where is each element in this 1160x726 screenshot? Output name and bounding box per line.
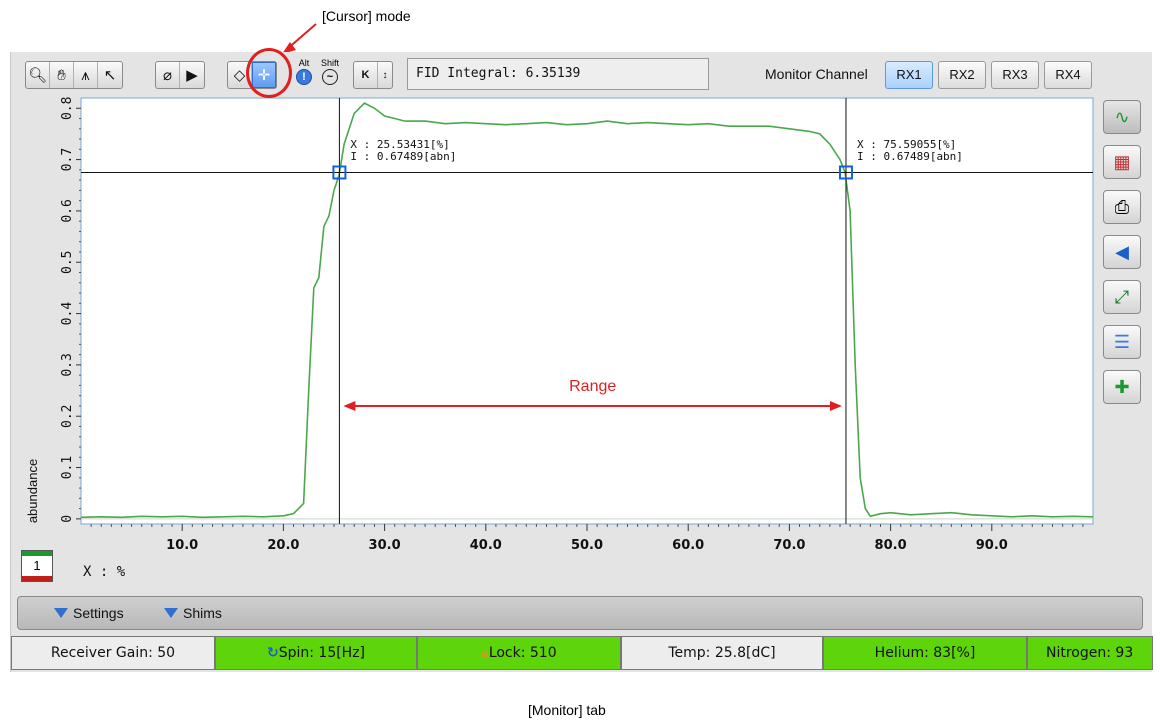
x-axis-unit-label: X : % (83, 564, 126, 580)
monitor-channel-label: Monitor Channel (765, 66, 868, 82)
layers-icon[interactable]: ☰ (1103, 325, 1141, 359)
view-tools-group: 🔍︎ ✋︎ ⩚ ↖ (25, 61, 123, 89)
x-tick-label: 60.0 (672, 538, 704, 553)
nitrogen-status: Nitrogen: 93 (1027, 636, 1153, 670)
toolbar: 🔍︎ ✋︎ ⩚ ↖ ⌀ ▶ ◇ ✛ Alt ! Shift ~ K ↕ FID … (11, 52, 1153, 96)
y-tick-label: 0.5 (60, 250, 75, 273)
y-tick-label: 0.2 (60, 404, 75, 427)
badge-red-strip (22, 576, 52, 581)
add-overlay-icon[interactable]: ✚ (1103, 370, 1141, 404)
y-tick-label: 0.3 (60, 353, 75, 376)
y-tick-label: 0.8 (60, 97, 75, 120)
display-mode-group: K ↕ (353, 61, 393, 89)
range-label: Range (569, 378, 616, 395)
fid-wave-icon[interactable]: ∿ (1103, 100, 1141, 134)
channel-rx1-button[interactable]: RX1 (885, 61, 933, 89)
play-arrow-icon[interactable]: ▶ (180, 62, 204, 88)
shims-expander[interactable]: Shims (164, 605, 222, 621)
info-icon: ! (296, 69, 312, 85)
monitor-panel: 🔍︎ ✋︎ ⩚ ↖ ⌀ ▶ ◇ ✛ Alt ! Shift ~ K ↕ FID … (10, 52, 1153, 672)
x-tick-label: 40.0 (470, 538, 502, 553)
status-bar: Receiver Gain: 50 ↻ Spin: 15[Hz] 🔒︎ Lock: … (11, 636, 1153, 670)
settings-expander[interactable]: Settings (54, 605, 124, 621)
y-axis-label: abundance (25, 459, 40, 523)
select-pointer-icon[interactable]: ↖ (98, 62, 122, 88)
monitor-tab-annotation: [Monitor] tab (528, 702, 606, 718)
k-mode-icon[interactable]: K (354, 62, 378, 88)
monitor-chart[interactable]: 0 0.1 0.2 0.3 0.4 0.5 0.6 0.7 0.8 10.0 20.0 30.0 40.… (11, 96, 1101, 556)
phase-tools-group: ⌀ ▶ (155, 61, 205, 89)
channel-rx4-button[interactable]: RX4 (1044, 61, 1092, 89)
spin-text: Spin: 15[Hz] (278, 645, 366, 661)
cursor-i-readout: I : 0.67489[abn] (350, 150, 456, 163)
cursor-mode-highlight-circle (246, 48, 292, 98)
channel-rx2-button[interactable]: RX2 (938, 61, 986, 89)
x-tick-label: 30.0 (369, 538, 401, 553)
alt-key-indicator[interactable]: Alt ! (296, 58, 312, 85)
wave-icon: ~ (322, 69, 338, 85)
lock-icon: 🔒︎ (481, 645, 489, 661)
lock-status: 🔒︎ Lock: 510 (417, 636, 621, 670)
y-tick-label: 0.6 (60, 199, 75, 222)
expand-triangle-icon (54, 608, 68, 618)
pan-hand-icon[interactable]: ✋︎ (50, 62, 74, 88)
channel-rx3-button[interactable]: RX3 (991, 61, 1039, 89)
y-tick-label: 0.7 (60, 148, 75, 171)
receiver-gain-status: Receiver Gain: 50 (11, 636, 215, 670)
x-tick-label: 50.0 (571, 538, 603, 553)
spinner-updown-icon[interactable]: ↕ (378, 62, 392, 88)
shift-label: Shift (321, 58, 340, 68)
shims-label: Shims (183, 605, 222, 621)
settings-label: Settings (73, 605, 124, 621)
alt-label: Alt (298, 58, 310, 68)
helium-status: Helium: 83[%] (823, 636, 1027, 670)
export-chart-icon[interactable]: ▦ (1103, 145, 1141, 179)
peak-pick-icon[interactable]: ⩚ (74, 62, 98, 88)
expand-triangle-icon (164, 608, 178, 618)
x-tick-label: 20.0 (267, 538, 299, 553)
spin-status: ↻ Spin: 15[Hz] (215, 636, 417, 670)
lock-text: Lock: 510 (488, 645, 557, 661)
settings-bar: Settings Shims (17, 596, 1143, 630)
cursor-i-readout: I : 0.67489[abn] (857, 150, 963, 163)
print-icon[interactable]: ⎙ (1103, 190, 1141, 224)
side-toolbar: ∿ ▦ ⎙ ◀ ⤢ ☰ ✚ (1103, 100, 1145, 415)
shift-key-indicator[interactable]: Shift ~ (321, 58, 339, 85)
phase-icon[interactable]: ⌀ (156, 62, 180, 88)
y-tick-label: 0 (60, 515, 75, 523)
page-badge[interactable]: 1 (21, 550, 53, 582)
back-circle-icon[interactable]: ◀ (1103, 235, 1141, 269)
badge-number: 1 (33, 558, 41, 573)
temp-status: Temp: 25.8[dC] (621, 636, 823, 670)
y-tick-label: 0.4 (60, 302, 75, 326)
spin-refresh-icon: ↻ (266, 645, 279, 661)
fit-expand-icon[interactable]: ⤢ (1103, 280, 1141, 314)
zoom-icon[interactable]: 🔍︎ (26, 62, 50, 88)
fid-integral-display: FID Integral: 6.35139 (407, 58, 709, 90)
y-tick-label: 0.1 (60, 456, 75, 479)
x-tick-label: 10.0 (166, 538, 198, 553)
x-tick-label: 80.0 (875, 538, 907, 553)
x-tick-label: 90.0 (976, 538, 1008, 553)
x-tick-label: 70.0 (773, 538, 805, 553)
